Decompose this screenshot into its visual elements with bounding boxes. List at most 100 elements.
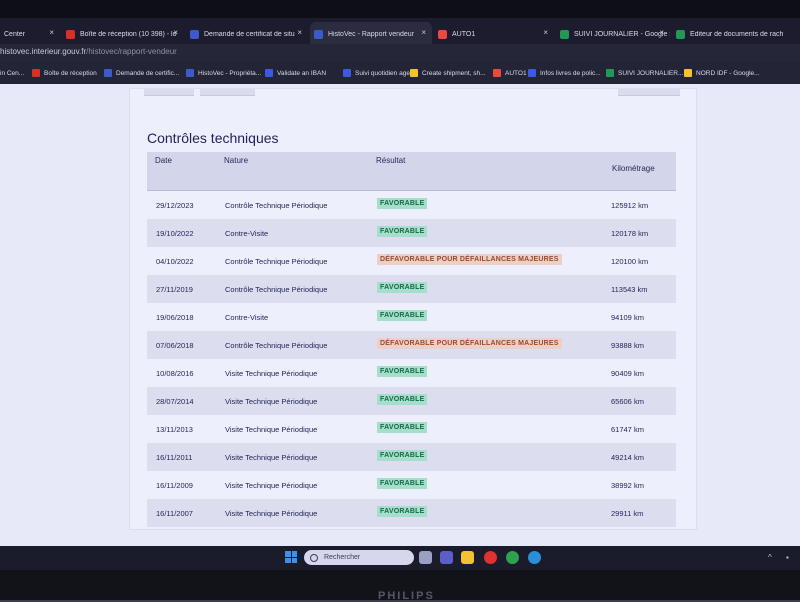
windows-start-icon[interactable] bbox=[285, 551, 297, 563]
bookmark-label: Boîte de réception bbox=[44, 69, 97, 77]
chrome-icon[interactable] bbox=[506, 551, 519, 564]
browser-tab[interactable]: HistoVec - Rapport vendeur × bbox=[310, 22, 432, 46]
cell-mileage: 125912 km bbox=[611, 201, 649, 210]
tray-status-icon[interactable]: ▪ bbox=[786, 553, 789, 562]
cell-mileage: 120178 km bbox=[611, 229, 649, 238]
browser-tab[interactable]: AUTO1 × bbox=[434, 22, 554, 46]
status-badge: FAVORABLE bbox=[377, 506, 428, 517]
bookmark-favicon-icon bbox=[32, 69, 40, 77]
table-body: 29/12/2023 Contrôle Technique Périodique F… bbox=[147, 191, 676, 527]
task-view-icon[interactable] bbox=[419, 551, 432, 564]
cell-mileage: 29911 km bbox=[611, 509, 644, 518]
table-row: 29/12/2023 Contrôle Technique Périodique F… bbox=[147, 191, 676, 219]
tab-label: Boîte de réception (10 398) - lo bbox=[80, 30, 177, 38]
status-badge: FAVORABLE bbox=[377, 226, 428, 237]
edge-icon[interactable] bbox=[528, 551, 541, 564]
cell-mileage: 38992 km bbox=[611, 481, 644, 490]
table-header: Date Nature Résultat Kilométrage bbox=[147, 152, 676, 191]
tab-label: AUTO1 bbox=[452, 30, 476, 38]
folder-icon[interactable] bbox=[461, 551, 474, 564]
status-badge: DÉFAVORABLE POUR DÉFAILLANCES MAJEURES bbox=[377, 338, 562, 349]
screen-top-band bbox=[0, 0, 800, 18]
bookmark-label: AUTO1 bbox=[505, 69, 527, 77]
bookmark-item[interactable]: Create shipment, sh... bbox=[410, 67, 486, 79]
tray-chevron-icon[interactable]: ^ bbox=[768, 553, 772, 562]
cell-nature: Contre-Visite bbox=[225, 229, 269, 238]
bookmark-item[interactable]: Suivi quotidien age... bbox=[343, 67, 415, 79]
url-text[interactable]: histovec.interieur.gouv.fr/histovec/rapp… bbox=[0, 47, 177, 56]
search-placeholder: Rechercher bbox=[324, 554, 361, 561]
header-result: Résultat bbox=[376, 156, 406, 165]
tab-close-icon[interactable]: × bbox=[297, 28, 302, 37]
bookmark-favicon-icon bbox=[606, 69, 614, 77]
table-row: 10/08/2016 Visite Technique Périodique FAV… bbox=[147, 359, 676, 387]
cell-nature: Contrôle Technique Périodique bbox=[225, 201, 328, 210]
header-date: Date bbox=[155, 156, 172, 165]
opera-icon[interactable] bbox=[484, 551, 497, 564]
bookmark-item[interactable]: in Cen... bbox=[0, 67, 24, 79]
tab-close-icon[interactable]: × bbox=[543, 28, 548, 37]
taskbar-search-input[interactable]: Rechercher bbox=[304, 550, 414, 565]
monitor-brand-logo: PHILIPS bbox=[378, 590, 435, 602]
tab-label: SUIVI JOURNALIER - Google S bbox=[574, 30, 670, 38]
table-row: 04/10/2022 Contrôle Technique Périodique D… bbox=[147, 247, 676, 275]
tab-close-icon[interactable]: × bbox=[421, 28, 426, 37]
bookmark-favicon-icon bbox=[104, 69, 112, 77]
tab-favicon-icon bbox=[438, 29, 447, 39]
bookmark-item[interactable]: HistoVec - Propriéta... bbox=[186, 67, 261, 79]
bookmark-favicon-icon bbox=[265, 69, 273, 77]
cell-date: 16/11/2011 bbox=[156, 453, 193, 462]
cell-date: 13/11/2013 bbox=[156, 425, 193, 434]
cell-date: 27/11/2019 bbox=[156, 285, 193, 294]
bookmark-label: Demande de certific... bbox=[116, 69, 180, 77]
bookmark-favicon-icon bbox=[684, 69, 692, 77]
bookmark-label: Suivi quotidien age... bbox=[355, 69, 416, 77]
bookmark-label: Validate an IBAN bbox=[277, 69, 327, 77]
tab-favicon-icon bbox=[314, 29, 323, 39]
cell-mileage: 94109 km bbox=[611, 313, 644, 322]
browser-tab[interactable]: Center × bbox=[0, 22, 60, 46]
card-top-stub bbox=[618, 89, 680, 96]
tab-favicon-icon bbox=[676, 29, 685, 39]
tab-close-icon[interactable]: × bbox=[659, 28, 664, 37]
address-bar[interactable]: histovec.interieur.gouv.fr/histovec/rapp… bbox=[0, 44, 800, 62]
url-path: /histovec/rapport-vendeur bbox=[86, 47, 177, 56]
status-badge: FAVORABLE bbox=[377, 198, 428, 209]
browser-tab[interactable]: SUIVI JOURNALIER - Google S × bbox=[556, 22, 670, 46]
bookmark-label: HistoVec - Propriéta... bbox=[198, 69, 262, 77]
cell-mileage: 93888 km bbox=[611, 341, 644, 350]
cell-mileage: 65606 km bbox=[611, 397, 644, 406]
tab-favicon-icon bbox=[66, 29, 75, 39]
bookmark-label: Create shipment, sh... bbox=[422, 69, 486, 77]
tab-close-icon[interactable]: × bbox=[173, 28, 178, 37]
cell-nature: Visite Technique Périodique bbox=[225, 369, 318, 378]
browser-tab[interactable]: Éditeur de documents de rach bbox=[672, 22, 800, 46]
cell-date: 10/08/2016 bbox=[156, 369, 194, 378]
tab-close-icon[interactable]: × bbox=[49, 28, 54, 37]
table-row: 19/06/2018 Contre-Visite FAVORABLE 94109 km bbox=[147, 303, 676, 331]
cell-nature: Visite Technique Périodique bbox=[225, 481, 318, 490]
bookmark-favicon-icon bbox=[493, 69, 501, 77]
bookmark-item[interactable]: SUIVI JOURNALIER... bbox=[606, 67, 683, 79]
cell-nature: Contrôle Technique Périodique bbox=[225, 257, 328, 266]
browser-tab[interactable]: Demande de certificat de situ × bbox=[186, 22, 308, 46]
bookmark-favicon-icon bbox=[343, 69, 351, 77]
bookmark-item[interactable]: NORD IDF - Google... bbox=[684, 67, 760, 79]
bookmark-item[interactable]: Validate an IBAN bbox=[265, 67, 326, 79]
header-nature: Nature bbox=[224, 156, 249, 165]
teams-icon[interactable] bbox=[440, 551, 453, 564]
bookmarks-bar: in Cen... Boîte de réception Demande de ce… bbox=[0, 62, 800, 84]
cell-mileage: 113543 km bbox=[611, 285, 648, 294]
bookmark-label: NORD IDF - Google... bbox=[696, 69, 760, 77]
browser-tab[interactable]: Boîte de réception (10 398) - lo × bbox=[62, 22, 184, 46]
cell-mileage: 120100 km bbox=[611, 257, 649, 266]
cell-date: 19/06/2018 bbox=[156, 313, 194, 322]
table-row: 27/11/2019 Contrôle Technique Périodique F… bbox=[147, 275, 676, 303]
bookmark-item[interactable]: AUTO1 bbox=[493, 67, 527, 79]
bookmark-item[interactable]: Infos livres de polic... bbox=[528, 67, 601, 79]
status-badge: FAVORABLE bbox=[377, 422, 428, 433]
bookmark-item[interactable]: Demande de certific... bbox=[104, 67, 179, 79]
cell-date: 28/07/2014 bbox=[156, 397, 194, 406]
card-top-stub bbox=[144, 89, 194, 96]
bookmark-item[interactable]: Boîte de réception bbox=[32, 67, 97, 79]
